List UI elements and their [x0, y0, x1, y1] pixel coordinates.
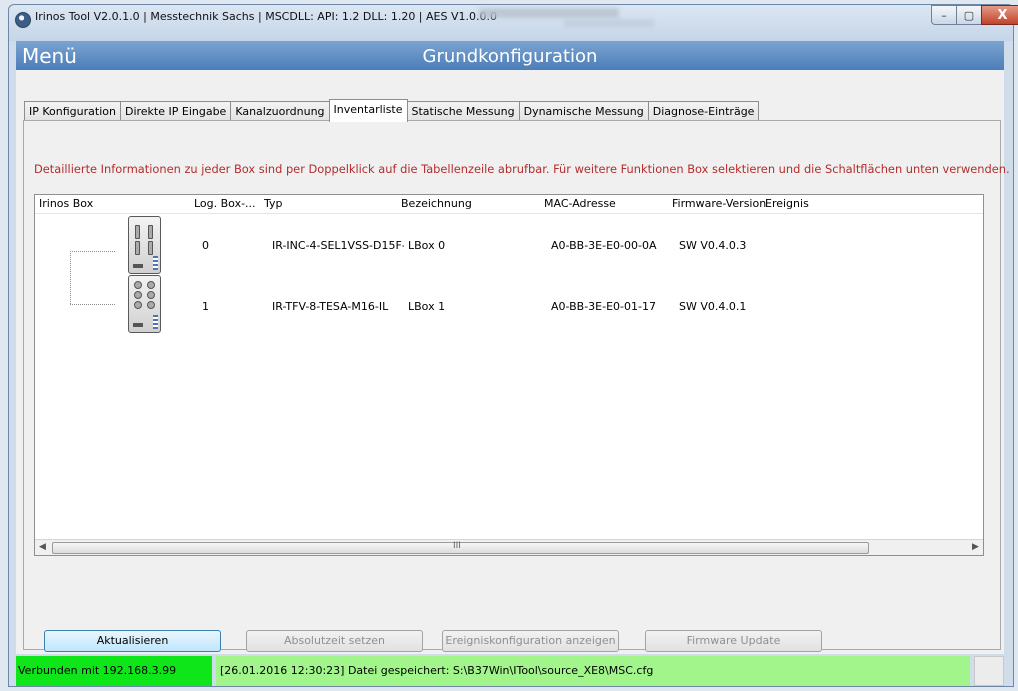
column-header-bezeichnung[interactable]: Bezeichnung — [401, 197, 472, 210]
app-icon — [15, 12, 31, 28]
tab-direkte-ip-eingabe[interactable]: Direkte IP Eingabe — [119, 101, 232, 121]
tab-dynamische-messung[interactable]: Dynamische Messung — [518, 101, 649, 121]
connection-status: Verbunden mit 192.168.3.99 — [16, 656, 212, 686]
title-bar[interactable]: Irinos Tool V2.0.1.0 | Messtechnik Sachs… — [9, 5, 1018, 41]
cell-bezeichnung: LBox 0 — [408, 239, 446, 252]
cell-mac-adresse: A0-BB-3E-E0-00-0A — [551, 239, 657, 252]
firmware-update-button[interactable]: Firmware Update — [645, 630, 822, 652]
status-bar: Verbunden mit 192.168.3.99 [26.01.2016 1… — [16, 656, 1004, 686]
column-header-firmware-version[interactable]: Firmware-Version — [672, 197, 766, 210]
tab-diagnose-eintraege[interactable]: Diagnose-Einträge — [647, 101, 760, 121]
cell-mac-adresse: A0-BB-3E-E0-01-17 — [551, 300, 656, 313]
irinos-box-image — [128, 216, 161, 274]
tab-kanalzuordnung[interactable]: Kanalzuordnung — [230, 101, 330, 121]
horizontal-scrollbar[interactable]: ◀ III ▶ — [35, 539, 983, 555]
cell-log-box: 1 — [202, 300, 209, 313]
cell-firmware-version: SW V0.4.0.3 — [679, 239, 747, 252]
irinos-box-image — [128, 275, 161, 333]
inventory-panel: Detaillierte Informationen zu jeder Box … — [23, 120, 1010, 652]
menu-bar: Menü Grundkonfiguration — [16, 41, 1004, 70]
status-message: [26.01.2016 12:30:23] Datei gespeichert:… — [216, 656, 970, 686]
column-header-log-box[interactable]: Log. Box-... — [194, 197, 256, 210]
maximize-button[interactable]: ▢ — [956, 5, 982, 25]
refresh-button[interactable]: Aktualisieren — [44, 630, 221, 652]
cell-bezeichnung: LBox 1 — [408, 300, 446, 313]
scrollbar-thumb[interactable]: III — [52, 541, 869, 554]
scroll-grip-icon: III — [453, 541, 461, 551]
cell-firmware-version: SW V0.4.0.1 — [679, 300, 747, 313]
tab-strip: IP Konfiguration Direkte IP Eingabe Kana… — [24, 99, 760, 122]
column-header-irinos-box[interactable]: Irinos Box — [39, 197, 93, 210]
tab-inventarliste[interactable]: Inventarliste — [328, 99, 408, 122]
blurred-title-text-2 — [564, 19, 654, 27]
show-event-config-button[interactable]: Ereigniskonfiguration anzeigen — [442, 630, 619, 652]
close-button[interactable]: X — [981, 5, 1018, 25]
column-header-ereignis[interactable]: Ereignis — [765, 197, 809, 210]
inventory-table[interactable]: Irinos Box Log. Box-... Typ Bezeichnung … — [34, 194, 984, 556]
cell-log-box: 0 — [202, 239, 209, 252]
table-row[interactable]: 0 IR-INC-4-SEL1VSS-D15F-IL LBox 0 A0-BB-… — [35, 215, 983, 275]
tab-statische-messung[interactable]: Statische Messung — [406, 101, 520, 121]
column-header-typ[interactable]: Typ — [264, 197, 283, 210]
cell-typ: IR-INC-4-SEL1VSS-D15F-IL — [272, 239, 404, 252]
info-text: Detaillierte Informationen zu jeder Box … — [34, 162, 1010, 176]
blurred-title-text — [479, 8, 619, 18]
table-header: Irinos Box Log. Box-... Typ Bezeichnung … — [35, 195, 983, 214]
set-absolute-time-button[interactable]: Absolutzeit setzen — [246, 630, 423, 652]
window-title: Irinos Tool V2.0.1.0 | Messtechnik Sachs… — [35, 10, 497, 23]
cell-typ: IR-TFV-8-TESA-M16-IL — [272, 300, 389, 313]
resize-grip[interactable] — [974, 656, 1004, 686]
table-row[interactable]: 1 IR-TFV-8-TESA-M16-IL LBox 1 A0-BB-3E-E… — [35, 275, 983, 335]
content-area: IP Konfiguration Direkte IP Eingabe Kana… — [16, 70, 1010, 654]
column-header-mac-adresse[interactable]: MAC-Adresse — [544, 197, 616, 210]
minimize-button[interactable]: – — [931, 5, 957, 25]
page-title: Grundkonfiguration — [422, 46, 598, 67]
tab-ip-konfiguration[interactable]: IP Konfiguration — [24, 101, 121, 121]
scroll-right-icon[interactable]: ▶ — [968, 540, 983, 555]
scroll-left-icon[interactable]: ◀ — [35, 540, 50, 555]
